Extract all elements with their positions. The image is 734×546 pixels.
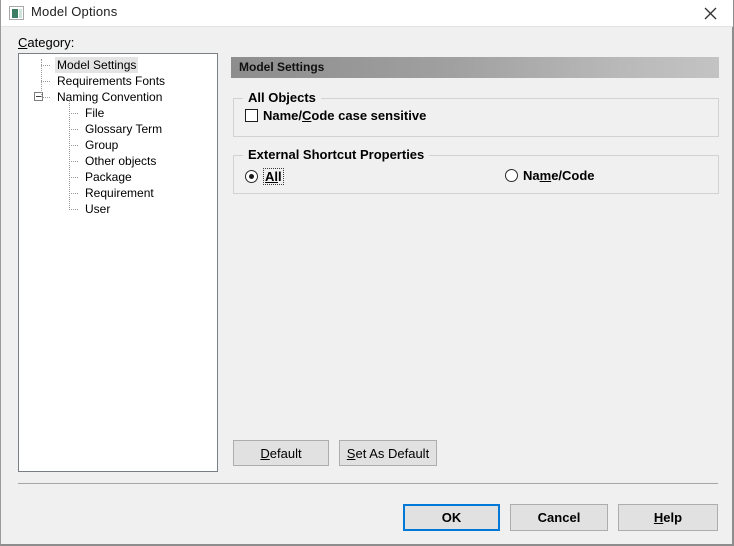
category-tree[interactable]: Model Settings Requirements Fonts Naming C… (18, 53, 218, 472)
help-button[interactable]: Help (618, 504, 718, 531)
tree-connector-dash (69, 177, 78, 178)
tree-connector-dash (69, 193, 78, 194)
ok-button-label: OK (441, 510, 462, 525)
default-button[interactable]: Default (233, 440, 329, 466)
tree-item-model-settings[interactable]: Model Settings (19, 57, 217, 73)
model-options-dialog: Model Options Category: Model Settings Re… (0, 0, 734, 546)
tree-item-group[interactable]: Group (19, 137, 217, 153)
footer-separator (18, 483, 718, 484)
window-title: Model Options (31, 4, 118, 19)
tree-item-package[interactable]: Package (19, 169, 217, 185)
group-external-shortcut-legend: External Shortcut Properties (243, 147, 430, 162)
tree-item-label: Group (85, 138, 119, 152)
model-options-icon (9, 6, 24, 20)
close-glyph (704, 7, 717, 20)
help-button-label: Help (653, 510, 683, 525)
close-icon[interactable] (688, 0, 733, 26)
tree-stem-root (41, 59, 42, 97)
radio-name-code[interactable]: Name/Code (505, 168, 595, 183)
cancel-button[interactable]: Cancel (510, 504, 608, 531)
tree-connector-dash (69, 113, 78, 114)
tree-connector-dash (69, 161, 78, 162)
radio-all[interactable]: All (245, 168, 284, 185)
set-as-default-button[interactable]: Set As Default (339, 440, 437, 466)
tree-connector-dash (41, 65, 50, 66)
set-as-default-button-label: Set As Default (346, 445, 430, 461)
radio-name-code-label: Name/Code (523, 168, 595, 183)
tree-item-other-objects[interactable]: Other objects (19, 153, 217, 169)
tree-item-file[interactable]: File (19, 105, 217, 121)
tree-connector-dash (41, 81, 50, 82)
category-label-key: C (18, 35, 28, 50)
radio-all-button[interactable] (245, 170, 258, 183)
tree-item-label: File (85, 106, 105, 120)
tree-item-label: Naming Convention (57, 90, 163, 104)
checkbox-name-code-case-sensitive[interactable]: Name/Code case sensitive (245, 108, 426, 123)
group-all-objects-legend: All Objects (243, 90, 321, 105)
tree-item-label: User (85, 202, 111, 216)
tree-item-naming-convention[interactable]: Naming Convention (19, 89, 217, 105)
category-label: Category: (18, 35, 74, 50)
tree-item-label: Glossary Term (85, 122, 163, 136)
tree-item-label: Requirement (85, 186, 154, 200)
tree-item-user[interactable]: User (19, 201, 217, 217)
cancel-button-label: Cancel (537, 510, 581, 525)
pane-header: Model Settings (231, 57, 719, 78)
radio-all-label: All (263, 168, 284, 185)
tree-connector-dash (69, 209, 78, 210)
tree-item-requirement[interactable]: Requirement (19, 185, 217, 201)
tree-item-label: Model Settings (55, 57, 139, 73)
pane-header-title: Model Settings (239, 60, 325, 74)
tree-item-glossary-term[interactable]: Glossary Term (19, 121, 217, 137)
tree-item-label: Requirements Fonts (57, 74, 166, 88)
tree-stem-children (69, 101, 70, 210)
radio-name-code-button[interactable] (505, 169, 518, 182)
group-external-shortcut-properties: External Shortcut Properties (233, 147, 719, 194)
tree-connector-dash (69, 145, 78, 146)
category-label-rest: ategory: (27, 35, 75, 50)
default-button-label: Default (260, 445, 302, 461)
title-bar: Model Options (1, 0, 733, 27)
ok-button[interactable]: OK (403, 504, 500, 531)
tree-item-label: Package (85, 170, 132, 184)
tree-connector-dash (69, 129, 78, 130)
checkbox-label: Name/Code case sensitive (263, 108, 427, 123)
checkbox-box[interactable] (245, 109, 258, 122)
tree-item-requirements-fonts[interactable]: Requirements Fonts (19, 73, 217, 89)
tree-item-label: Other objects (85, 154, 157, 168)
